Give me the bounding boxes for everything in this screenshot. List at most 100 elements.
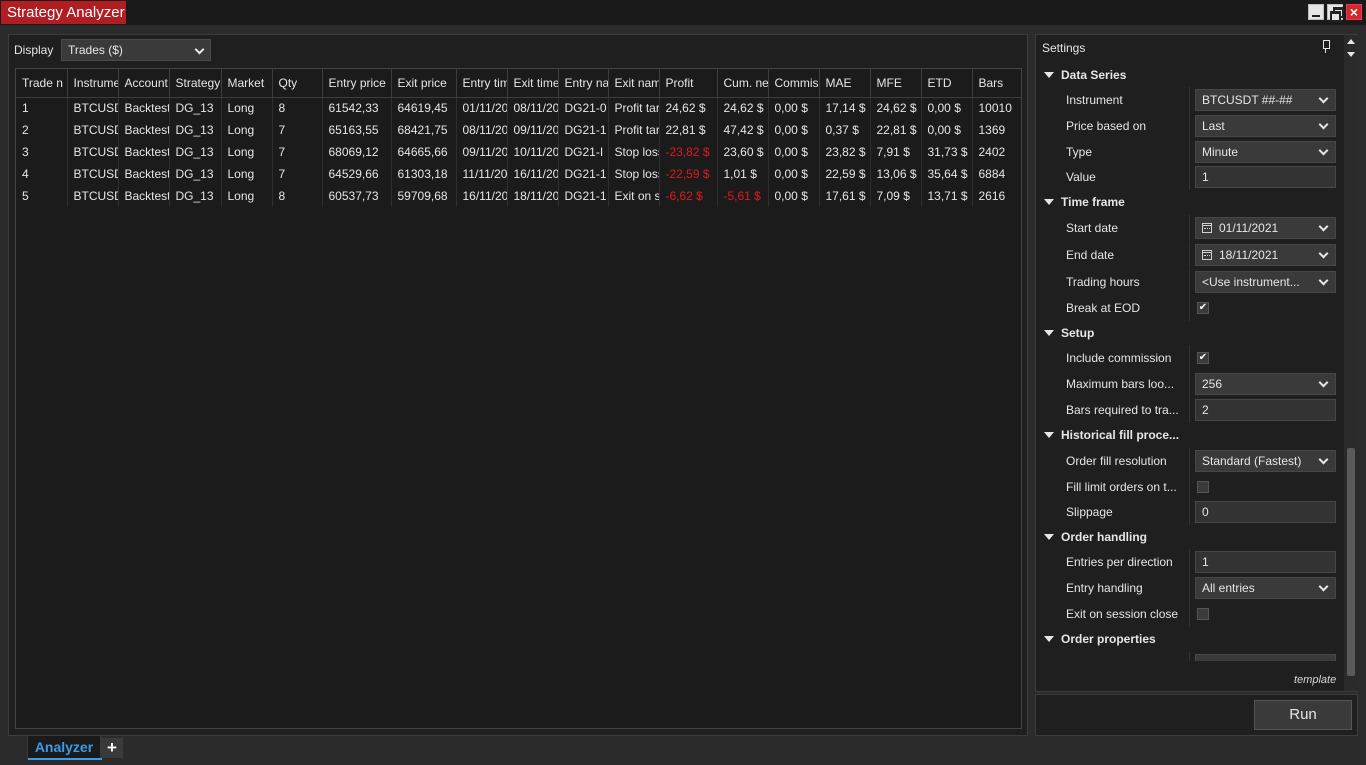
table-row[interactable]: 2BTCUSDTBacktestDG_13Long765163,5568421,… bbox=[16, 119, 1021, 141]
table-cell: 0,00 $ bbox=[768, 163, 820, 185]
category-setup[interactable]: Setup bbox=[1036, 322, 1344, 344]
table-cell: 24,62 $ bbox=[870, 97, 922, 119]
exit-on-close-checkbox[interactable] bbox=[1197, 608, 1209, 620]
prop-label: Entries per direction bbox=[1066, 555, 1173, 569]
column-header[interactable]: Exit price bbox=[391, 69, 457, 98]
prop-value: 01/11/2021 bbox=[1219, 221, 1279, 235]
display-select[interactable]: Trades ($) bbox=[61, 39, 211, 61]
prop-value: 256 bbox=[1202, 377, 1223, 391]
table-row[interactable]: 1BTCUSDTBacktestDG_13Long861542,3364619,… bbox=[16, 97, 1021, 119]
category-time-frame[interactable]: Time frame bbox=[1036, 191, 1344, 213]
column-header[interactable]: Exit time bbox=[507, 69, 559, 98]
scroll-thumb[interactable] bbox=[1347, 448, 1355, 676]
table-cell: 22,81 $ bbox=[870, 119, 922, 141]
table-cell: DG_13 bbox=[169, 185, 222, 207]
close-icon[interactable]: × bbox=[1346, 4, 1362, 20]
table-cell: 0,37 $ bbox=[819, 119, 871, 141]
property-grid: Data Series Instrument BTCUSDT ##-## Pri… bbox=[1036, 61, 1344, 661]
entry-handling-select[interactable]: All entries bbox=[1195, 577, 1336, 599]
column-header[interactable]: Market bbox=[221, 69, 273, 98]
trades-grid[interactable]: Trade nInstrumentAccountStrategyMarketQt… bbox=[15, 68, 1022, 729]
column-header[interactable]: Entry time bbox=[456, 69, 508, 98]
column-header[interactable]: Strategy bbox=[169, 69, 222, 98]
column-header[interactable]: Cum. net profit bbox=[717, 69, 769, 98]
table-header-row: Trade nInstrumentAccountStrategyMarketQt… bbox=[16, 69, 1021, 98]
table-cell: 1369 bbox=[972, 119, 1021, 141]
prop-label: Value bbox=[1066, 170, 1096, 184]
pin-icon[interactable] bbox=[1321, 40, 1331, 54]
order-fill-resolution-select[interactable]: Standard (Fastest) bbox=[1195, 450, 1336, 472]
entries-per-direction-input[interactable]: 1 bbox=[1195, 551, 1336, 573]
restore-icon[interactable] bbox=[1327, 4, 1344, 22]
column-header[interactable]: Bars bbox=[972, 69, 1021, 98]
category-label: Data Series bbox=[1061, 68, 1127, 82]
table-cell: 16/11/2021 bbox=[507, 163, 559, 185]
run-button[interactable]: Run bbox=[1254, 700, 1352, 730]
type-select[interactable]: Minute bbox=[1195, 141, 1336, 163]
value-input[interactable]: 1 bbox=[1195, 166, 1336, 188]
column-header[interactable]: Qty bbox=[272, 69, 323, 98]
fill-limit-checkbox[interactable] bbox=[1197, 481, 1209, 493]
column-header[interactable]: Entry name bbox=[558, 69, 609, 98]
column-header[interactable]: Exit name bbox=[608, 69, 660, 98]
category-data-series[interactable]: Data Series bbox=[1036, 64, 1344, 86]
template-link[interactable]: template bbox=[1294, 674, 1336, 686]
column-header[interactable]: Account bbox=[118, 69, 170, 98]
include-commission-checkbox[interactable]: ✔ bbox=[1197, 352, 1209, 364]
chevron-down-icon bbox=[1318, 275, 1329, 286]
table-cell: BTCUSDT bbox=[67, 141, 119, 163]
table-cell: 0,00 $ bbox=[768, 119, 820, 141]
scroll-down-icon[interactable] bbox=[1347, 52, 1355, 57]
table-row[interactable]: 3BTCUSDTBacktestDG_13Long768069,1264665,… bbox=[16, 141, 1021, 163]
category-historical-fill[interactable]: Historical fill proce... bbox=[1036, 424, 1344, 446]
table-cell: Backtest bbox=[118, 97, 170, 119]
settings-scrollbar[interactable] bbox=[1344, 35, 1358, 691]
prop-value: 1 bbox=[1202, 555, 1209, 569]
slippage-input[interactable]: 0 bbox=[1195, 501, 1336, 523]
column-header[interactable]: Profit bbox=[659, 69, 718, 98]
column-header[interactable]: Trade n bbox=[16, 69, 68, 98]
scroll-up-icon[interactable] bbox=[1347, 39, 1355, 44]
prop-value: Minute bbox=[1202, 145, 1239, 159]
bars-required-input[interactable]: 2 bbox=[1195, 399, 1336, 421]
price-based-on-select[interactable]: Last bbox=[1195, 115, 1336, 137]
column-header[interactable]: ETD bbox=[921, 69, 973, 98]
column-header[interactable]: MFE bbox=[870, 69, 922, 98]
category-order-properties[interactable]: Order properties bbox=[1036, 628, 1344, 650]
column-header[interactable]: Entry price bbox=[322, 69, 392, 98]
table-cell: 64529,66 bbox=[322, 163, 392, 185]
table-cell: 09/11/2021 bbox=[456, 141, 508, 163]
table-cell: 61542,33 bbox=[322, 97, 392, 119]
end-date-picker[interactable]: 18/11/2021 bbox=[1195, 244, 1336, 266]
category-label: Historical fill proce... bbox=[1061, 428, 1180, 442]
max-bars-select[interactable]: 256 bbox=[1195, 373, 1336, 395]
tab-analyzer[interactable]: Analyzer bbox=[27, 736, 102, 760]
break-at-eod-checkbox[interactable]: ✔ bbox=[1197, 302, 1209, 314]
minimize-icon[interactable] bbox=[1308, 4, 1324, 20]
display-label: Display bbox=[14, 43, 54, 57]
collapse-icon bbox=[1044, 432, 1054, 438]
table-row[interactable]: 5BTCUSDTBacktestDG_13Long860537,7359709,… bbox=[16, 185, 1021, 207]
calendar-icon bbox=[1202, 223, 1212, 233]
prop-value: 18/11/2021 bbox=[1219, 248, 1279, 262]
prop-cut-off bbox=[1036, 652, 1344, 661]
table-cell: 2 bbox=[16, 119, 68, 141]
column-header[interactable]: Instrument bbox=[67, 69, 119, 98]
prop-break-at-eod: Break at EOD ✔ bbox=[1036, 295, 1344, 321]
category-order-handling[interactable]: Order handling bbox=[1036, 526, 1344, 548]
column-header[interactable]: MAE bbox=[819, 69, 871, 98]
table-cell: DG_13 bbox=[169, 141, 222, 163]
trading-hours-select[interactable]: <Use instrument... bbox=[1195, 271, 1336, 293]
chevron-down-icon bbox=[1318, 454, 1329, 465]
table-cell: BTCUSDT bbox=[67, 119, 119, 141]
cut-off-select[interactable] bbox=[1195, 654, 1336, 661]
start-date-picker[interactable]: 01/11/2021 bbox=[1195, 217, 1336, 239]
add-tab-button[interactable]: + bbox=[101, 738, 123, 758]
column-header[interactable]: Commission bbox=[768, 69, 820, 98]
table-cell: Long bbox=[221, 141, 273, 163]
instrument-select[interactable]: BTCUSDT ##-## bbox=[1195, 89, 1336, 111]
prop-label: Price based on bbox=[1066, 119, 1147, 133]
prop-label: Slippage bbox=[1066, 505, 1113, 519]
table-row[interactable]: 4BTCUSDTBacktestDG_13Long764529,6661303,… bbox=[16, 163, 1021, 185]
table-cell: 1 bbox=[16, 97, 68, 119]
